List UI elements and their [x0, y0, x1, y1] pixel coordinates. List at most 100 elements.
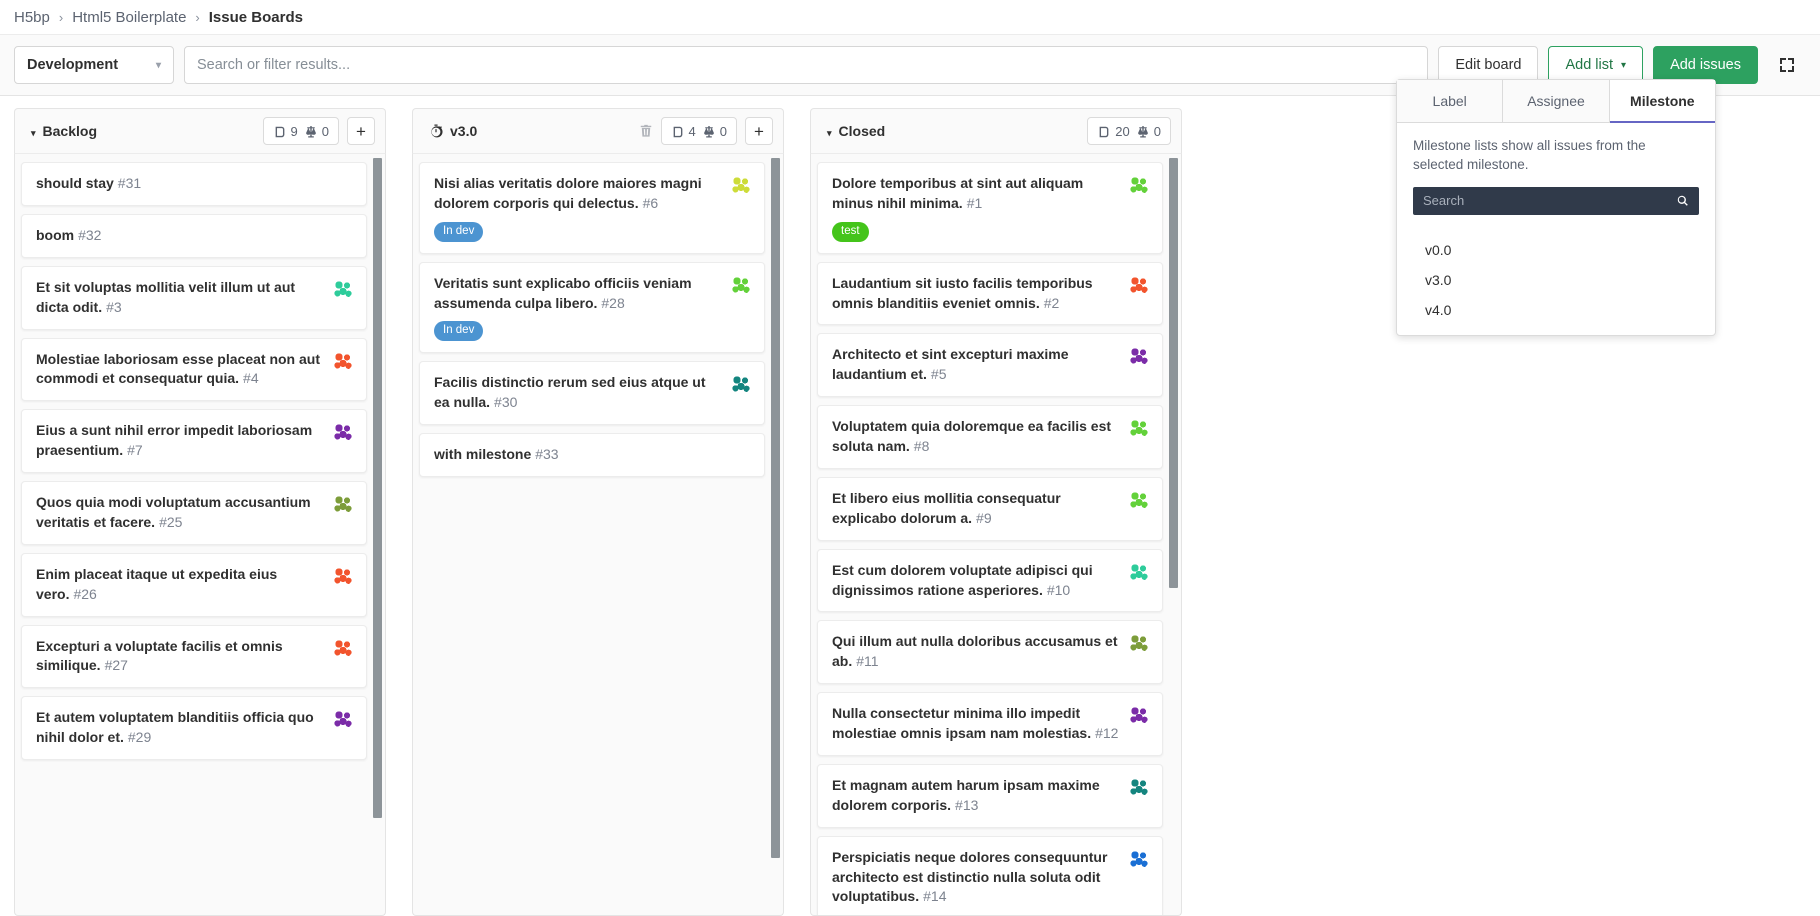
avatar[interactable]: [1129, 777, 1149, 797]
avatar[interactable]: [731, 374, 751, 394]
list-scrollbar[interactable]: [1169, 158, 1178, 588]
avatar[interactable]: [1129, 175, 1149, 195]
issue-id: #25: [159, 514, 182, 530]
weight-scale-icon: [702, 123, 716, 139]
issue-card[interactable]: with milestone#33: [419, 433, 765, 477]
board-list-toggle[interactable]: v3.0: [429, 123, 477, 139]
issue-id: #29: [128, 729, 151, 745]
milestone-search-input[interactable]: Search: [1413, 187, 1699, 215]
list-scrollbar[interactable]: [771, 158, 780, 858]
issue-card-main: Est cum dolorem voluptate adipisci qui d…: [832, 561, 1149, 601]
issue-card-title: Veritatis sunt explicabo officiis veniam…: [434, 274, 723, 314]
avatar[interactable]: [1129, 633, 1149, 653]
avatar[interactable]: [333, 709, 353, 729]
board-switcher-dropdown[interactable]: Development ▾: [14, 46, 174, 84]
issue-card-title: Voluptatem quia doloremque ea facilis es…: [832, 417, 1121, 457]
avatar[interactable]: [333, 351, 353, 371]
board-toolbar: Development ▾ Search or filter results..…: [0, 34, 1820, 96]
avatar[interactable]: [1129, 562, 1149, 582]
avatar[interactable]: [1129, 275, 1149, 295]
avatar[interactable]: [1129, 490, 1149, 510]
avatar[interactable]: [1129, 418, 1149, 438]
issue-card[interactable]: Et magnam autem harum ipsam maxime dolor…: [817, 764, 1163, 828]
issue-card[interactable]: Et autem voluptatem blanditiis officia q…: [21, 696, 367, 760]
issue-card[interactable]: Et libero eius mollitia consequatur expl…: [817, 477, 1163, 541]
tab-label[interactable]: Label: [1397, 80, 1503, 122]
issue-id: #9: [976, 510, 992, 526]
issue-card-main: Nulla consectetur minima illo impedit mo…: [832, 704, 1149, 744]
issue-id: #26: [73, 586, 96, 602]
avatar[interactable]: [333, 422, 353, 442]
milestone-search-placeholder: Search: [1423, 193, 1464, 208]
avatar[interactable]: [333, 566, 353, 586]
milestone-clock-icon: [429, 124, 443, 138]
issue-card[interactable]: Quos quia modi voluptatum accusantium ve…: [21, 481, 367, 545]
issue-label[interactable]: In dev: [434, 321, 483, 341]
issue-card[interactable]: Veritatis sunt explicabo officiis veniam…: [419, 262, 765, 354]
issue-card[interactable]: Perspiciatis neque dolores consequuntur …: [817, 836, 1163, 916]
issue-count: 4: [671, 123, 696, 139]
tab-assignee[interactable]: Assignee: [1503, 80, 1609, 122]
issue-card[interactable]: Molestiae laboriosam esse placeat non au…: [21, 338, 367, 402]
avatar[interactable]: [1129, 346, 1149, 366]
issue-label-list: In dev: [434, 321, 751, 341]
search-filter-input[interactable]: Search or filter results...: [184, 46, 1428, 84]
issue-card[interactable]: Voluptatem quia doloremque ea facilis es…: [817, 405, 1163, 469]
issue-count-value: 4: [689, 124, 696, 139]
issue-title-text: Nisi alias veritatis dolore maiores magn…: [434, 175, 702, 211]
list-counters: 90: [263, 117, 339, 145]
board-list-toggle[interactable]: ▾Closed: [827, 123, 885, 139]
issue-card[interactable]: Et sit voluptas mollitia velit illum ut …: [21, 266, 367, 330]
issue-card-main: should stay#31: [36, 174, 353, 194]
issue-card[interactable]: should stay#31: [21, 162, 367, 206]
breadcrumb-item-project[interactable]: Html5 Boilerplate: [72, 9, 186, 26]
issue-card-main: Quos quia modi voluptatum accusantium ve…: [36, 493, 353, 533]
issue-card[interactable]: boom#32: [21, 214, 367, 258]
milestone-option[interactable]: v3.0: [1397, 265, 1715, 295]
issue-card[interactable]: Laudantium sit iusto facilis temporibus …: [817, 262, 1163, 326]
tab-milestone[interactable]: Milestone: [1610, 80, 1715, 123]
issue-weight-value: 0: [322, 124, 329, 139]
avatar[interactable]: [333, 279, 353, 299]
delete-list-icon[interactable]: [639, 124, 653, 138]
chevron-down-icon: ▾: [1621, 60, 1626, 71]
board-list-toggle[interactable]: ▾Backlog: [31, 123, 97, 139]
issue-count: 20: [1097, 123, 1129, 139]
issue-card[interactable]: Facilis distinctio rerum sed eius atque …: [419, 361, 765, 425]
milestone-option[interactable]: v4.0: [1397, 295, 1715, 325]
issue-label[interactable]: test: [832, 222, 869, 242]
avatar[interactable]: [333, 638, 353, 658]
issue-title-text: boom: [36, 227, 74, 243]
add-issue-to-list-button[interactable]: +: [745, 117, 773, 145]
issue-card[interactable]: Nisi alias veritatis dolore maiores magn…: [419, 162, 765, 254]
milestone-option[interactable]: v0.0: [1397, 235, 1715, 265]
issue-id: #13: [955, 797, 978, 813]
issue-card[interactable]: Est cum dolorem voluptate adipisci qui d…: [817, 549, 1163, 613]
issue-card[interactable]: Enim placeat itaque ut expedita eius ver…: [21, 553, 367, 617]
issue-card[interactable]: Qui illum aut nulla doloribus accusamus …: [817, 620, 1163, 684]
avatar[interactable]: [1129, 705, 1149, 725]
board-list: v3.040+Nisi alias veritatis dolore maior…: [412, 108, 784, 916]
breadcrumb-item-group[interactable]: H5bp: [14, 9, 50, 26]
avatar[interactable]: [731, 275, 751, 295]
caret-down-icon: ▾: [31, 123, 36, 139]
issue-card[interactable]: Dolore temporibus at sint aut aliquam mi…: [817, 162, 1163, 254]
add-issue-to-list-button[interactable]: +: [347, 117, 375, 145]
board-list: ▾Closed 20 0 Dolore temporibus at sint aut …: [810, 108, 1182, 916]
issue-label[interactable]: In dev: [434, 222, 483, 242]
avatar[interactable]: [731, 175, 751, 195]
issue-card-main: Et libero eius mollitia consequatur expl…: [832, 489, 1149, 529]
issue-card-title: Et autem voluptatem blanditiis officia q…: [36, 708, 325, 748]
fullscreen-icon[interactable]: [1768, 46, 1806, 84]
list-scrollbar[interactable]: [373, 158, 382, 818]
add-list-dropdown-panel: Label Assignee Milestone Milestone lists…: [1396, 79, 1716, 336]
issue-title-text: Eius a sunt nihil error impedit laborios…: [36, 422, 312, 458]
issue-card[interactable]: Nulla consectetur minima illo impedit mo…: [817, 692, 1163, 756]
issue-card[interactable]: Eius a sunt nihil error impedit laborios…: [21, 409, 367, 473]
board-list-body: Nisi alias veritatis dolore maiores magn…: [412, 153, 784, 916]
avatar[interactable]: [333, 494, 353, 514]
issue-weight: 0: [1136, 123, 1161, 139]
issue-card[interactable]: Excepturi a voluptate facilis et omnis s…: [21, 625, 367, 689]
avatar[interactable]: [1129, 849, 1149, 869]
issue-card[interactable]: Architecto et sint excepturi maxime laud…: [817, 333, 1163, 397]
